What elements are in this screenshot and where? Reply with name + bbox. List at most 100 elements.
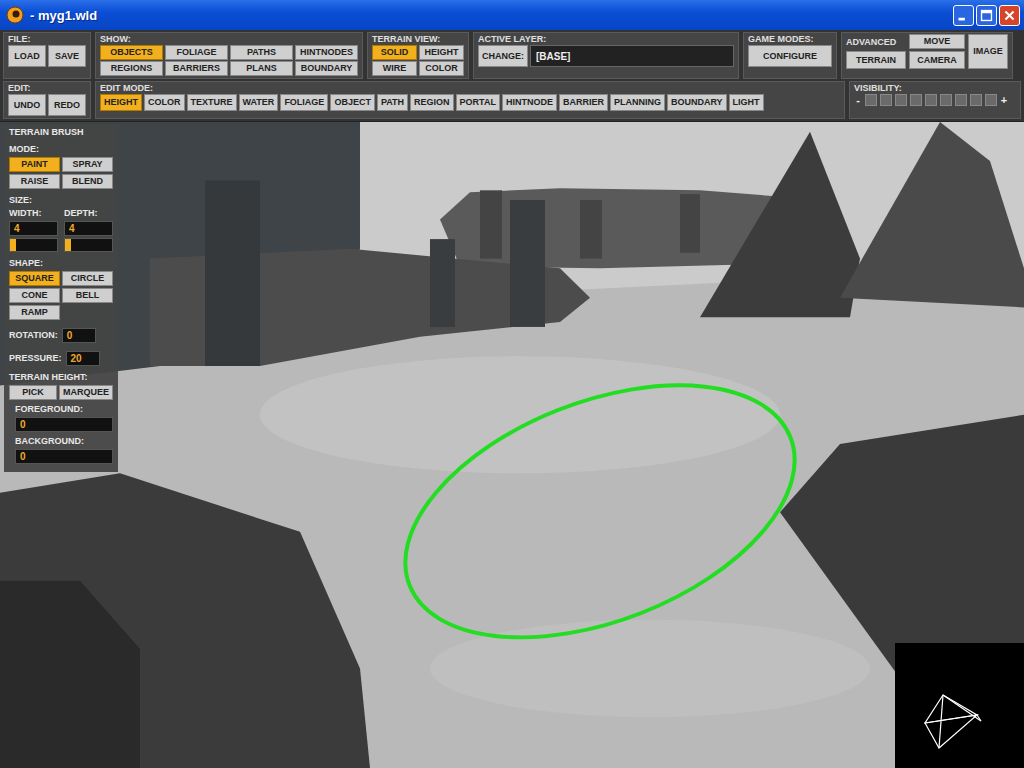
toolbar-button[interactable]: TERRAIN [846, 51, 906, 69]
camera-compass[interactable] [895, 643, 1024, 768]
toolbar-button[interactable]: SAVE [48, 45, 86, 67]
mode-button[interactable]: RAISE [9, 174, 60, 189]
param-row: ROTATION:0 [9, 328, 113, 343]
shape-label: SHAPE: [9, 258, 113, 269]
size-field: WIDTH: 4 [9, 208, 58, 252]
toolbar-button[interactable]: REDO [48, 94, 86, 116]
size-slider[interactable] [64, 238, 113, 252]
visibility-cell[interactable] [910, 94, 922, 106]
group-body: UNDOREDO [8, 94, 86, 116]
visibility-cell[interactable] [865, 94, 877, 106]
param-input[interactable]: 20 [66, 351, 100, 366]
mode-button[interactable]: SPRAY [62, 157, 113, 172]
3d-viewport[interactable]: TERRAIN BRUSHMODE:PAINTSPRAYRAISEBLENDSI… [0, 122, 1024, 768]
toolbar-button[interactable]: TEXTURE [187, 94, 237, 111]
size-slider[interactable] [9, 238, 58, 252]
minimize-button[interactable] [953, 5, 974, 26]
visibility-cell[interactable] [970, 94, 982, 106]
shape-button[interactable]: SQUARE [9, 271, 60, 286]
group-label: ACTIVE LAYER: [478, 34, 734, 44]
toolbar-button[interactable]: BOUNDARY [667, 94, 727, 111]
toolbar-button[interactable]: LOAD [8, 45, 46, 67]
visibility-cell[interactable] [925, 94, 937, 106]
shape-button[interactable]: CIRCLE [62, 271, 113, 286]
size-input[interactable]: 4 [9, 221, 58, 236]
toolbar-button[interactable]: LIGHT [729, 94, 764, 111]
toolbar-button[interactable]: PATH [377, 94, 408, 111]
size-field-label: WIDTH: [9, 208, 58, 219]
toolbar-button[interactable]: CAMERA [909, 51, 965, 69]
toolbar-button[interactable]: COLOR [419, 61, 464, 76]
shape-button[interactable]: RAMP [9, 305, 60, 320]
size-field-label: DEPTH: [64, 208, 113, 219]
toolbar-button[interactable]: BARRIER [559, 94, 608, 111]
visibility-plus[interactable]: + [1000, 94, 1008, 106]
shape-button[interactable]: CONE [9, 288, 60, 303]
visibility-cell[interactable] [940, 94, 952, 106]
slider-fill [10, 239, 16, 251]
toolbar-button[interactable]: SOLID [372, 45, 417, 60]
terrain-height-buttons: PICKMARQUEE [9, 385, 113, 400]
toolbar-button[interactable]: FOLIAGE [280, 94, 328, 111]
foreground-structure [0, 473, 370, 768]
size-field: DEPTH: 4 [64, 208, 113, 252]
visibility-cell[interactable] [955, 94, 967, 106]
param-input[interactable]: 0 [62, 328, 96, 343]
group-body: OBJECTSFOLIAGEPATHSHINTNODES REGIONSBARRI… [100, 45, 358, 76]
visibility-cell[interactable] [895, 94, 907, 106]
terrain-height-button[interactable]: MARQUEE [59, 385, 113, 400]
size-label: SIZE: [9, 195, 113, 206]
toolbar-button[interactable]: WATER [239, 94, 279, 111]
toolbar-group: EDIT:UNDOREDO [3, 81, 91, 119]
visibility-cell[interactable] [985, 94, 997, 106]
toolbar-button[interactable]: OBJECT [330, 94, 375, 111]
toolbar-button[interactable]: HEIGHT [100, 94, 142, 111]
group-label: EDIT MODE: [100, 83, 840, 93]
size-input[interactable]: 4 [64, 221, 113, 236]
toolbar-button[interactable]: COLOR [144, 94, 185, 111]
visibility-cell[interactable] [880, 94, 892, 106]
height-input[interactable]: 0 [15, 449, 113, 464]
toolbar-button[interactable]: WIRE [372, 61, 417, 76]
shape-button[interactable]: BELL [62, 288, 113, 303]
mode-button[interactable]: PAINT [9, 157, 60, 172]
toolbar-button[interactable]: CONFIGURE [748, 45, 832, 67]
size-fields: WIDTH: 4 DEPTH: 4 [9, 208, 113, 252]
group-label: FILE: [8, 34, 86, 44]
toolbar-button[interactable]: HEIGHT [419, 45, 464, 60]
toolbar-button[interactable]: PLANS [230, 61, 293, 76]
mode-button[interactable]: BLEND [62, 174, 113, 189]
toolbar-button[interactable]: REGIONS [100, 61, 163, 76]
maximize-button[interactable] [976, 5, 997, 26]
height-field: FOREGROUND:0 [9, 404, 113, 432]
toolbar-button[interactable]: HINTNODE [502, 94, 557, 111]
toolbar-button[interactable]: IMAGE [968, 34, 1008, 69]
group-body: HEIGHTCOLORTEXTUREWATERFOLIAGEOBJECTPATH… [100, 94, 840, 111]
toolbar-button[interactable]: MOVE [909, 34, 965, 49]
height-label: BACKGROUND: [15, 436, 113, 447]
param-label: PRESSURE: [9, 353, 62, 364]
toolbar-button[interactable]: REGION [410, 94, 454, 111]
group-body: SOLIDHEIGHTWIRECOLOR [372, 45, 464, 76]
toolbar-button[interactable]: FOLIAGE [165, 45, 228, 60]
toolbar-row: EDIT:UNDOREDO EDIT MODE:HEIGHTCOLORTEXTUR… [3, 81, 1021, 119]
height-input[interactable]: 0 [15, 417, 113, 432]
panel-title: TERRAIN BRUSH [9, 127, 113, 138]
toolbar-button[interactable]: UNDO [8, 94, 46, 116]
terrain-height-button[interactable]: PICK [9, 385, 57, 400]
toolbar-button[interactable]: CHANGE: [478, 45, 528, 67]
group-label: SHOW: [100, 34, 358, 44]
toolbar-button[interactable]: PATHS [230, 45, 293, 60]
window-title: - myg1.wld [30, 8, 947, 23]
title-bar: - myg1.wld [0, 0, 1024, 30]
close-button[interactable] [999, 5, 1020, 26]
toolbar-button[interactable]: BOUNDARY [295, 61, 358, 76]
visibility-minus[interactable]: - [854, 94, 862, 106]
toolbar-button[interactable]: HINTNODES [295, 45, 358, 60]
toolbar-button[interactable]: BARRIERS [165, 61, 228, 76]
toolbar-button[interactable]: PLANNING [610, 94, 665, 111]
active-layer-field[interactable]: [BASE] [530, 45, 734, 67]
toolbar-button[interactable]: OBJECTS [100, 45, 163, 60]
toolbar-button[interactable]: PORTAL [456, 94, 500, 111]
editor-window: - myg1.wldFILE:LOADSAVESHOW:OBJECTSFOLIA… [0, 0, 1024, 768]
